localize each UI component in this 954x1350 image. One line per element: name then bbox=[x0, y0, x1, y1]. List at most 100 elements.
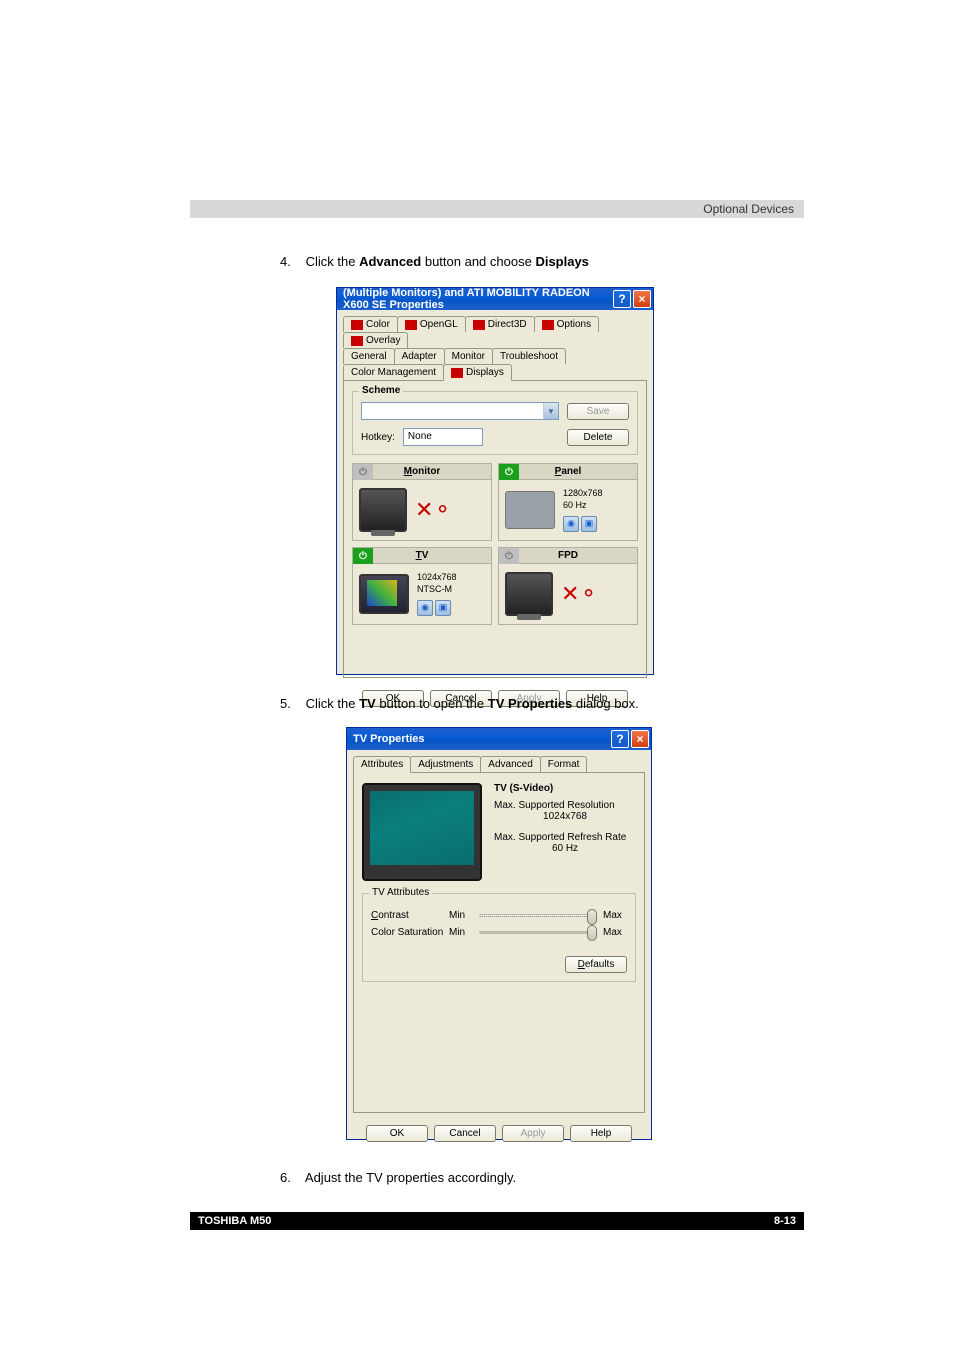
laptop-icon bbox=[505, 491, 555, 529]
save-button[interactable]: Save bbox=[567, 403, 629, 420]
close-icon[interactable]: × bbox=[633, 290, 651, 308]
tab-options[interactable]: Options bbox=[534, 316, 599, 332]
step-number: 5. bbox=[280, 696, 302, 711]
power-icon: ⏻ bbox=[499, 464, 519, 480]
dialog-button-row: OK Cancel Apply Help bbox=[347, 1119, 651, 1148]
titlebar: TV Properties ? × bbox=[347, 728, 651, 750]
tab-format[interactable]: Format bbox=[540, 756, 588, 772]
clone-toggle-icon[interactable]: ▣ bbox=[435, 600, 451, 616]
tab-general[interactable]: General bbox=[343, 348, 395, 364]
tab-attributes[interactable]: Attributes bbox=[353, 756, 411, 773]
help-button[interactable]: Help bbox=[570, 1125, 632, 1142]
tv-mode: NTSC-M bbox=[417, 584, 457, 596]
dialog-title: TV Properties bbox=[353, 733, 425, 745]
tv-heading: TV (S-Video) bbox=[494, 783, 636, 794]
maxhz-label: Max. Supported Refresh Rate bbox=[494, 832, 636, 843]
footer-left: TOSHIBA M50 bbox=[198, 1215, 271, 1227]
delete-button[interactable]: Delete bbox=[567, 429, 629, 446]
tab-strip: Attributes Adjustments Advanced Format bbox=[347, 750, 651, 772]
tv-cell[interactable]: ⏻ TV 1024x768 NTSC-M ◉ ▣ bbox=[352, 547, 492, 625]
step-text: Click the TV button to open the TV Prope… bbox=[306, 696, 639, 711]
clone-toggle-icon[interactable]: ▣ bbox=[581, 516, 597, 532]
tab-monitor[interactable]: Monitor bbox=[444, 348, 493, 364]
tab-direct3d[interactable]: Direct3D bbox=[465, 316, 535, 332]
tv-properties-dialog-screenshot: TV Properties ? × Attributes Adjustments… bbox=[346, 727, 652, 1140]
tab-advanced[interactable]: Advanced bbox=[480, 756, 540, 772]
monitor-cell[interactable]: ⏻ Monitor ✕⚬ bbox=[352, 463, 492, 541]
titlebar-buttons: ? × bbox=[613, 290, 651, 308]
step-text: Adjust the TV properties accordingly. bbox=[305, 1170, 516, 1185]
tab-panel: TV (S-Video) Max. Supported Resolution 1… bbox=[353, 772, 645, 1113]
tv-properties-dialog: TV Properties ? × Attributes Adjustments… bbox=[346, 727, 652, 1140]
ati-icon bbox=[451, 368, 463, 378]
fpd-title: FPD bbox=[558, 550, 578, 561]
saturation-label: Color Saturation bbox=[371, 927, 449, 938]
tab-overlay[interactable]: Overlay bbox=[343, 332, 408, 348]
tv-attributes-group: TV Attributes Contrast Min Max Color Sat… bbox=[362, 893, 636, 982]
dialog-title: (Multiple Monitors) and ATI MOBILITY RAD… bbox=[343, 287, 613, 311]
monitor-icon bbox=[359, 488, 407, 532]
step-4: 4. Click the Advanced button and choose … bbox=[280, 254, 804, 269]
ati-icon bbox=[351, 320, 363, 330]
hotkey-label: Hotkey: bbox=[361, 432, 395, 443]
maxhz-value: 60 Hz bbox=[494, 843, 636, 854]
tab-color-management[interactable]: Color Management bbox=[343, 364, 444, 380]
min-label: Min bbox=[449, 910, 473, 921]
tab-adjustments[interactable]: Adjustments bbox=[410, 756, 481, 772]
panel-resolution: 1280x768 bbox=[563, 488, 603, 500]
ati-icon bbox=[351, 336, 363, 346]
saturation-slider[interactable] bbox=[479, 931, 597, 934]
scheme-group: Scheme ▼ Save Hotkey: None Delete bbox=[352, 391, 638, 455]
tv-title: TV bbox=[416, 550, 429, 561]
titlebar: (Multiple Monitors) and ATI MOBILITY RAD… bbox=[337, 288, 653, 310]
disconnected-icon: ✕⚬ bbox=[415, 499, 452, 521]
contrast-row: Contrast Min Max bbox=[371, 910, 627, 921]
hotkey-value: None bbox=[404, 429, 482, 445]
panel-title: Panel bbox=[555, 466, 582, 477]
defaults-button[interactable]: Defaults bbox=[565, 956, 627, 973]
disconnected-icon: ✕⚬ bbox=[561, 583, 598, 605]
chevron-down-icon: ▼ bbox=[543, 403, 558, 419]
close-icon[interactable]: × bbox=[631, 730, 649, 748]
ok-button[interactable]: OK bbox=[366, 1125, 428, 1142]
tab-color[interactable]: Color bbox=[343, 316, 398, 332]
saturation-row: Color Saturation Min Max bbox=[371, 927, 627, 938]
step-6: 6. Adjust the TV properties accordingly. bbox=[280, 1170, 804, 1185]
scheme-combobox[interactable]: ▼ bbox=[361, 402, 559, 420]
fpd-icon bbox=[505, 572, 553, 616]
tv-preview-icon bbox=[362, 783, 482, 881]
min-label: Min bbox=[449, 927, 473, 938]
scheme-label: Scheme bbox=[359, 385, 403, 396]
titlebar-buttons: ? × bbox=[611, 730, 649, 748]
fpd-cell[interactable]: ⏻ FPD ✕⚬ bbox=[498, 547, 638, 625]
tv-resolution: 1024x768 bbox=[417, 572, 457, 584]
help-icon[interactable]: ? bbox=[613, 290, 631, 308]
tab-troubleshoot[interactable]: Troubleshoot bbox=[492, 348, 566, 364]
panel-cell[interactable]: ⏻ Panel 1280x768 60 Hz ◉ ▣ bbox=[498, 463, 638, 541]
panel-refresh: 60 Hz bbox=[563, 500, 603, 512]
help-icon[interactable]: ? bbox=[611, 730, 629, 748]
display-properties-dialog: (Multiple Monitors) and ATI MOBILITY RAD… bbox=[336, 287, 654, 675]
tab-displays[interactable]: Displays bbox=[443, 364, 512, 381]
maxres-label: Max. Supported Resolution bbox=[494, 800, 636, 811]
tab-adapter[interactable]: Adapter bbox=[394, 348, 445, 364]
step-5: 5. Click the TV button to open the TV Pr… bbox=[280, 696, 804, 711]
ati-icon bbox=[542, 320, 554, 330]
step-text: Click the Advanced button and choose Dis… bbox=[306, 254, 589, 269]
contrast-slider[interactable] bbox=[479, 914, 597, 917]
ati-icon bbox=[473, 320, 485, 330]
apply-button[interactable]: Apply bbox=[502, 1125, 564, 1142]
step-number: 6. bbox=[280, 1170, 302, 1185]
display-properties-dialog-screenshot: (Multiple Monitors) and ATI MOBILITY RAD… bbox=[336, 287, 654, 675]
contrast-label: Contrast bbox=[371, 910, 449, 921]
monitor-title: Monitor bbox=[404, 466, 441, 477]
primary-toggle-icon[interactable]: ◉ bbox=[417, 600, 433, 616]
tab-opengl[interactable]: OpenGL bbox=[397, 316, 466, 332]
maxres-value: 1024x768 bbox=[494, 811, 636, 822]
tv-icon bbox=[359, 574, 409, 614]
tab-strip: Color OpenGL Direct3D Options Overlay Ge… bbox=[337, 310, 653, 380]
hotkey-field[interactable]: None bbox=[403, 428, 483, 446]
primary-toggle-icon[interactable]: ◉ bbox=[563, 516, 579, 532]
cancel-button[interactable]: Cancel bbox=[434, 1125, 496, 1142]
scheme-value bbox=[362, 403, 543, 419]
